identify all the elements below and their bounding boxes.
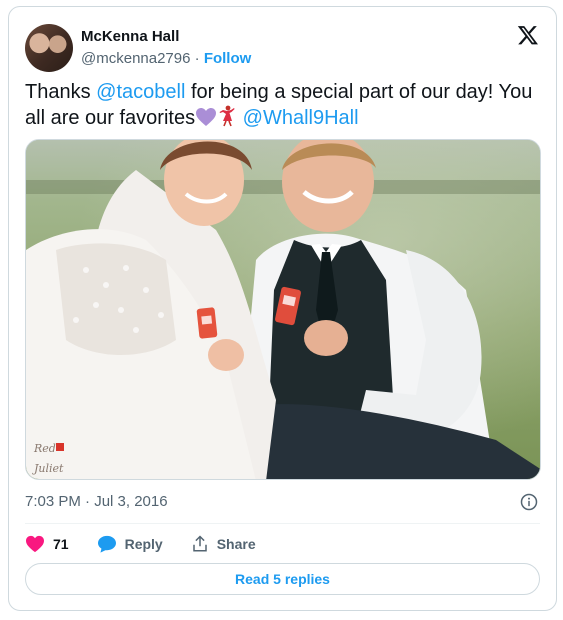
divider [25, 523, 540, 524]
mention-whall9hall[interactable]: @Whall9Hall [243, 107, 359, 129]
wedding-photo-illustration: Red Juliet [26, 140, 540, 479]
handle-row: @mckenna2796 · Follow [81, 49, 251, 69]
share-icon [192, 535, 207, 552]
author-block: McKenna Hall @mckenna2796 · Follow [81, 27, 251, 69]
like-button[interactable]: 71 [25, 535, 69, 553]
wedding-photo[interactable]: Red Juliet [25, 139, 541, 480]
x-logo-icon[interactable] [517, 24, 539, 46]
tweet-text-part: Thanks [25, 81, 97, 103]
heart-icon [26, 535, 44, 553]
display-name[interactable]: McKenna Hall [81, 27, 251, 47]
mention-tacobell[interactable]: @tacobell [96, 81, 185, 103]
separator: · [194, 50, 200, 67]
handle[interactable]: @mckenna2796 [81, 50, 190, 67]
info-icon[interactable] [520, 493, 538, 511]
svg-text:Red: Red [33, 442, 56, 455]
avatar[interactable] [25, 24, 73, 72]
reply-button[interactable]: Reply [97, 535, 163, 553]
share-button[interactable]: Share [191, 535, 256, 553]
dancer-icon [217, 105, 237, 134]
reply-bubble-icon [97, 535, 116, 553]
follow-button[interactable]: Follow [204, 50, 252, 67]
share-label: Share [216, 536, 256, 552]
action-bar: 71 Reply Share [25, 533, 284, 555]
tweet-card: McKenna Hall @mckenna2796 · Follow Thank… [8, 6, 557, 611]
read-replies-button[interactable]: Read 5 replies [25, 563, 540, 595]
svg-text:Juliet: Juliet [32, 462, 64, 475]
timestamp[interactable]: 7:03 PM · Jul 3, 2016 [25, 493, 168, 510]
tweet-text: Thanks @tacobell for being a special par… [25, 80, 540, 134]
like-count: 71 [53, 536, 69, 552]
purple-heart-icon [195, 107, 217, 134]
reply-label: Reply [124, 536, 163, 552]
